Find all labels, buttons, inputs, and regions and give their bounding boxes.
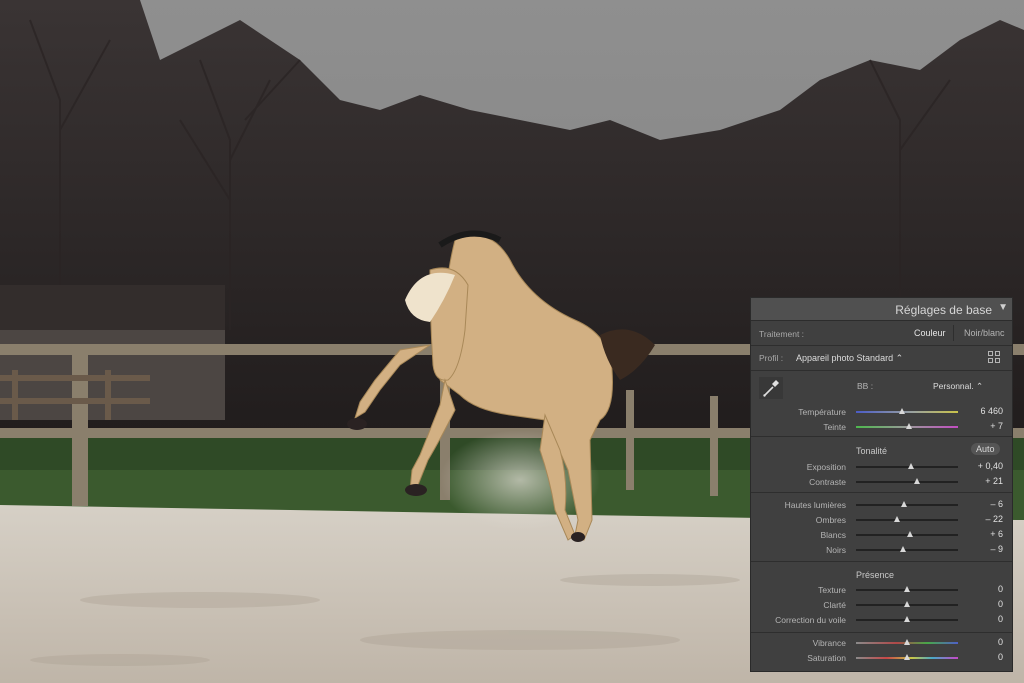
- shadows-slider[interactable]: [856, 519, 958, 521]
- saturation-label: Saturation: [807, 653, 846, 663]
- contrast-knob[interactable]: [914, 478, 921, 484]
- blacks-knob[interactable]: [899, 546, 906, 552]
- whites-knob[interactable]: [907, 531, 914, 537]
- tone-detail-section: Hautes lumières – 6 Ombres – 22 Blancs +…: [751, 493, 1012, 562]
- triangle-down-icon[interactable]: ▼: [998, 302, 1008, 313]
- color-presence-section: Vibrance 0 Saturation 0: [751, 633, 1012, 671]
- presence-title: Présence: [856, 570, 895, 580]
- clarity-value[interactable]: 0: [998, 599, 1003, 609]
- presence-section: Présence Texture 0 Clarté 0 Correction d…: [751, 562, 1012, 633]
- tone-title: Tonalité: [856, 446, 888, 456]
- profile-row: Profil : Appareil photo Standard ⌃: [751, 346, 1012, 371]
- contrast-value[interactable]: + 21: [985, 476, 1003, 486]
- texture-knob[interactable]: [904, 586, 910, 592]
- wb-label: BB :: [857, 381, 874, 391]
- panel-title: Réglages de base: [895, 303, 992, 317]
- saturation-knob[interactable]: [904, 654, 910, 660]
- tone-section: Tonalité Auto Exposition + 0,40 Contrast…: [751, 437, 1012, 493]
- wb-dropdown[interactable]: Personnal. ⌃: [933, 381, 983, 392]
- vibrance-label: Vibrance: [812, 638, 846, 648]
- saturation-value[interactable]: 0: [998, 652, 1003, 662]
- treatment-label: Traitement :: [759, 329, 805, 339]
- temperature-slider[interactable]: [856, 411, 958, 413]
- shadows-value[interactable]: – 22: [985, 514, 1003, 524]
- dehaze-knob[interactable]: [904, 616, 910, 622]
- texture-value[interactable]: 0: [998, 584, 1003, 594]
- contrast-slider[interactable]: [856, 481, 958, 483]
- whites-value[interactable]: + 6: [990, 529, 1003, 539]
- vibrance-knob[interactable]: [904, 639, 910, 645]
- contrast-label: Contraste: [809, 477, 846, 487]
- clarity-label: Clarté: [823, 600, 846, 610]
- treatment-row: Traitement : Couleur Noir/blanc: [751, 321, 1012, 346]
- basic-adjustments-panel: Réglages de base ▼ Traitement : Couleur …: [750, 297, 1013, 672]
- blacks-label: Noirs: [826, 545, 846, 555]
- treatment-color-button[interactable]: Couleur: [914, 328, 946, 338]
- tint-knob[interactable]: [906, 423, 913, 429]
- highlights-slider[interactable]: [856, 504, 958, 506]
- tint-label: Teinte: [823, 422, 846, 432]
- eyedropper-icon[interactable]: [759, 377, 783, 399]
- blacks-value[interactable]: – 9: [990, 544, 1003, 554]
- panel-header[interactable]: Réglages de base ▼: [751, 298, 1012, 321]
- exposure-slider[interactable]: [856, 466, 958, 468]
- texture-label: Texture: [818, 585, 846, 595]
- shadows-label: Ombres: [815, 515, 846, 525]
- dehaze-value[interactable]: 0: [998, 614, 1003, 624]
- treatment-divider: [953, 325, 954, 341]
- profile-label: Profil :: [759, 353, 784, 363]
- exposure-knob[interactable]: [908, 463, 915, 469]
- blacks-slider[interactable]: [856, 549, 958, 551]
- tint-value[interactable]: + 7: [990, 421, 1003, 431]
- dehaze-label: Correction du voile: [775, 615, 846, 625]
- exposure-label: Exposition: [806, 462, 846, 472]
- auto-tone-button[interactable]: Auto: [971, 443, 1000, 455]
- temperature-value[interactable]: 6 460: [980, 406, 1003, 416]
- temperature-knob[interactable]: [898, 408, 905, 414]
- highlights-knob[interactable]: [900, 501, 907, 507]
- shadows-knob[interactable]: [893, 516, 900, 522]
- vibrance-value[interactable]: 0: [998, 637, 1003, 647]
- clarity-knob[interactable]: [904, 601, 910, 607]
- treatment-bw-button[interactable]: Noir/blanc: [964, 328, 1005, 338]
- whites-label: Blancs: [820, 530, 846, 540]
- temperature-label: Température: [798, 407, 846, 417]
- highlights-label: Hautes lumières: [784, 500, 846, 510]
- highlights-value[interactable]: – 6: [990, 499, 1003, 509]
- exposure-value[interactable]: + 0,40: [978, 461, 1003, 471]
- grid-icon[interactable]: [988, 351, 1002, 364]
- white-balance-section: BB : Personnal. ⌃ Température 6 460 Tein…: [751, 371, 1012, 437]
- profile-dropdown[interactable]: Appareil photo Standard ⌃: [796, 353, 903, 364]
